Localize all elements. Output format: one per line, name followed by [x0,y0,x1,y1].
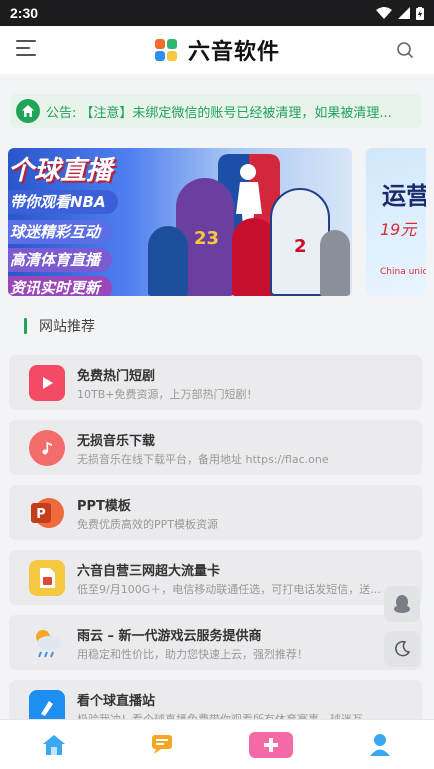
app-title: 六音软件 [187,40,280,65]
status-bar: 2:30 [0,0,434,26]
section-header: 网站推荐 [24,316,95,336]
jersey-number-left: 23 [194,228,220,249]
list-item[interactable]: 免费热门短剧 10TB+免费资源，上万部热门短剧！ [9,355,422,410]
list-item[interactable]: 无损音乐下载 无损音乐在线下载平台，备用地址 https://flac.one [9,420,422,475]
player-figure-far-right [320,230,350,296]
item-description: 免费优质高效的PPT模板资源 [77,518,218,531]
banner-slide-unicom[interactable]: 运营 19元 China unicom中国联通 [366,148,426,296]
moon-icon [395,640,411,657]
wifi-icon [376,7,392,19]
announcement-text: 【注意】未绑定微信的账号已经被清理，如果被清理... [80,105,392,121]
tab-messages[interactable] [141,728,185,762]
item-title: 六音自营三网超大流量卡 [77,564,221,579]
tab-publish[interactable] [249,728,294,762]
user-icon [369,733,390,756]
hamburger-menu-icon[interactable] [16,40,36,58]
banner-title: 个球直播 [8,156,113,186]
player-figure-small-left [148,226,188,296]
qq-penguin-icon [394,595,410,613]
add-icon [249,731,294,758]
app-logo-icon [154,39,177,61]
home-icon [16,99,40,123]
cloud-rain-icon [29,625,65,661]
sim-card-icon [29,560,65,596]
dark-mode-toggle[interactable] [384,631,420,667]
item-title: PPT模板 [77,499,131,514]
announcement-label: 公告: [46,105,77,121]
list-item[interactable]: P PPT模板 免费优质高效的PPT模板资源 [9,485,422,540]
announcement-bar[interactable]: 公告: 【注意】未绑定微信的账号已经被清理，如果被清理... [10,94,422,128]
banner-tag-1: 带你观看NBA [8,190,118,214]
qq-contact-button[interactable] [384,586,420,622]
banner2-price: 19元 [380,220,417,239]
item-title: 雨云 – 新一代游戏云服务提供商 [77,629,262,644]
banner2-title: 运营 [382,182,426,210]
section-title: 网站推荐 [39,319,95,335]
battery-icon [416,6,424,20]
banner-slide-nba[interactable]: 个球直播 带你观看NBA 球迷精彩互动 高清体育直播 资讯实时更新 23 2 [8,148,352,296]
list-item[interactable]: 雨云 – 新一代游戏云服务提供商 用稳定和性价比，助力您快速上云，强烈推荐！ [9,615,422,670]
china-unicom-logo: China unicom中国联通 [380,267,426,277]
banner-tag-2: 球迷精彩互动 [8,220,113,244]
tab-profile[interactable] [358,728,402,762]
tab-home[interactable] [32,728,76,762]
section-accent-bar [24,318,27,334]
status-time: 2:30 [10,5,39,21]
item-description: 低至9/月100G＋，电信移动联通任选，可打电话发短信，送... [77,583,381,596]
item-title: 看个球直播站 [77,694,156,709]
home-icon [43,734,66,755]
banner-tag-3: 高清体育直播 [8,248,113,272]
status-icons [376,6,424,20]
item-description: 用稳定和性价比，助力您快速上云，强烈推荐！ [77,648,308,661]
play-icon [29,365,65,401]
item-title: 免费热门短剧 [77,369,156,384]
app-header: 六音软件 [0,26,434,74]
search-icon[interactable] [396,41,414,59]
list-item[interactable]: 六音自营三网超大流量卡 低至9/月100G＋，电信移动联通任选，可打电话发短信，… [9,550,422,605]
item-description: 无损音乐在线下载平台，备用地址 https://flac.one [77,453,329,466]
banner-tag-4: 资讯实时更新 [8,276,113,296]
header-logo: 六音软件 [154,34,280,66]
item-title: 无损音乐下载 [77,434,156,449]
bottom-tab-bar [0,719,434,769]
item-description: 10TB+免费资源，上万部热门短剧！ [77,388,258,401]
svg-text:P: P [36,507,46,522]
cellular-signal-icon [398,7,410,19]
powerpoint-icon: P [29,495,65,531]
chat-icon [151,734,172,754]
music-note-icon [29,430,65,466]
jersey-number-right: 2 [294,236,307,257]
